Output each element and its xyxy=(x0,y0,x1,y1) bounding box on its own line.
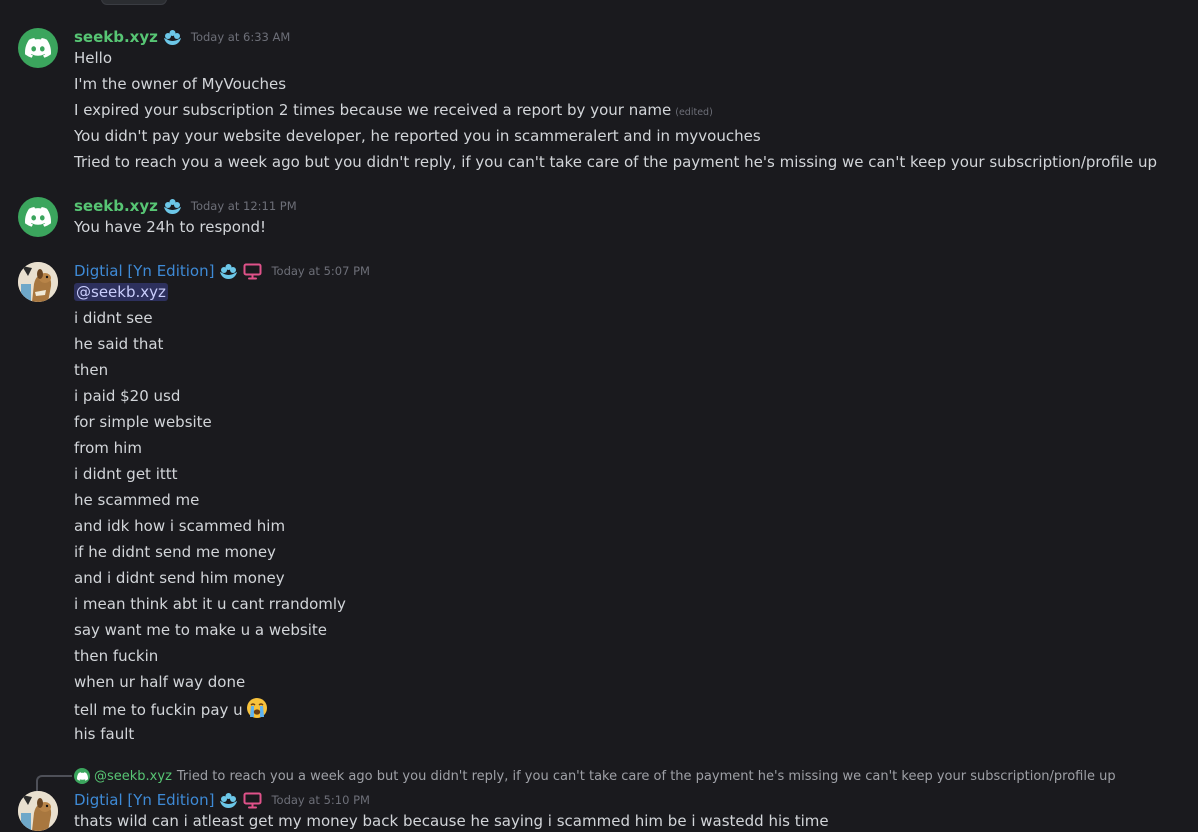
discord-logo-icon xyxy=(25,207,51,227)
dog-avatar-image xyxy=(18,262,58,302)
message-line: You didn't pay your website developer, h… xyxy=(74,127,761,145)
message-line: @seekb.xyz xyxy=(74,281,168,303)
username[interactable]: seekb.xyz xyxy=(74,197,158,215)
reply-preview[interactable]: @seekb.xyz Tried to reach you a week ago… xyxy=(74,767,1116,785)
desktop-icon[interactable] xyxy=(243,792,262,809)
message-line: I expired your subscription 2 times beca… xyxy=(74,99,713,124)
dog-avatar-image xyxy=(18,791,58,831)
avatar[interactable] xyxy=(18,262,58,302)
message-header: seekb.xyz Today at 12:11 PM xyxy=(74,195,297,217)
message-text: tell me to fuckin pay u xyxy=(74,701,243,719)
timestamp[interactable]: Today at 6:33 AM xyxy=(191,30,290,44)
message-line: i paid $20 usd xyxy=(74,387,181,405)
reply-avatar xyxy=(74,768,90,784)
discord-logo-icon xyxy=(25,38,51,58)
message-line: tell me to fuckin pay u xyxy=(74,697,268,725)
username[interactable]: Digtial [Yn Edition] xyxy=(74,262,214,280)
message-line: You have 24h to respond! xyxy=(74,218,267,236)
flower-badge-icon[interactable] xyxy=(163,29,182,46)
message-text: I expired your subscription 2 times beca… xyxy=(74,101,672,119)
message-header: Digtial [Yn Edition] Today at 5:07 PM xyxy=(74,260,370,282)
discord-logo-icon xyxy=(76,771,88,781)
flower-badge-icon[interactable] xyxy=(219,792,238,809)
message-line: i mean think abt it u cant rrandomly xyxy=(74,595,346,613)
message-line: for simple website xyxy=(74,413,212,431)
message-line: i didnt see xyxy=(74,309,153,327)
message-line: when ur half way done xyxy=(74,673,246,691)
avatar[interactable] xyxy=(18,791,58,831)
message-line: Hello xyxy=(74,49,113,67)
previous-message-pill xyxy=(101,0,167,5)
timestamp[interactable]: Today at 12:11 PM xyxy=(191,199,297,213)
message-line: say want me to make u a website xyxy=(74,621,328,639)
desktop-icon[interactable] xyxy=(243,263,262,280)
message-line: he said that xyxy=(74,335,164,353)
edited-label: (edited) xyxy=(675,107,713,118)
user-mention[interactable]: @seekb.xyz xyxy=(74,283,168,301)
message-line: from him xyxy=(74,439,142,457)
timestamp[interactable]: Today at 5:07 PM xyxy=(271,264,369,278)
reply-author[interactable]: @seekb.xyz xyxy=(94,769,172,784)
message-header: seekb.xyz Today at 6:33 AM xyxy=(74,26,290,48)
avatar[interactable] xyxy=(18,28,58,68)
flower-badge-icon[interactable] xyxy=(163,198,182,215)
message-line: Tried to reach you a week ago but you di… xyxy=(74,153,1158,171)
username[interactable]: Digtial [Yn Edition] xyxy=(74,791,214,809)
flower-badge-icon[interactable] xyxy=(219,263,238,280)
message-line: thats wild can i atleast get my money ba… xyxy=(74,812,829,830)
message-line: then xyxy=(74,361,109,379)
loudly-crying-emoji-icon[interactable] xyxy=(246,697,268,725)
avatar[interactable] xyxy=(18,197,58,237)
message-line: if he didnt send me money xyxy=(74,543,276,561)
message-line: he scammed me xyxy=(74,491,200,509)
message-line: I'm the owner of MyVouches xyxy=(74,75,287,93)
message-header: Digtial [Yn Edition] Today at 5:10 PM xyxy=(74,789,370,811)
message-line: and i didnt send him money xyxy=(74,569,285,587)
message-line: and idk how i scammed him xyxy=(74,517,286,535)
message-line: then fuckin xyxy=(74,647,159,665)
username[interactable]: seekb.xyz xyxy=(74,28,158,46)
reply-text[interactable]: Tried to reach you a week ago but you di… xyxy=(177,769,1116,784)
message-line: i didnt get ittt xyxy=(74,465,178,483)
timestamp[interactable]: Today at 5:10 PM xyxy=(271,793,369,807)
message-line: his fault xyxy=(74,725,135,743)
reply-connector xyxy=(36,775,72,791)
